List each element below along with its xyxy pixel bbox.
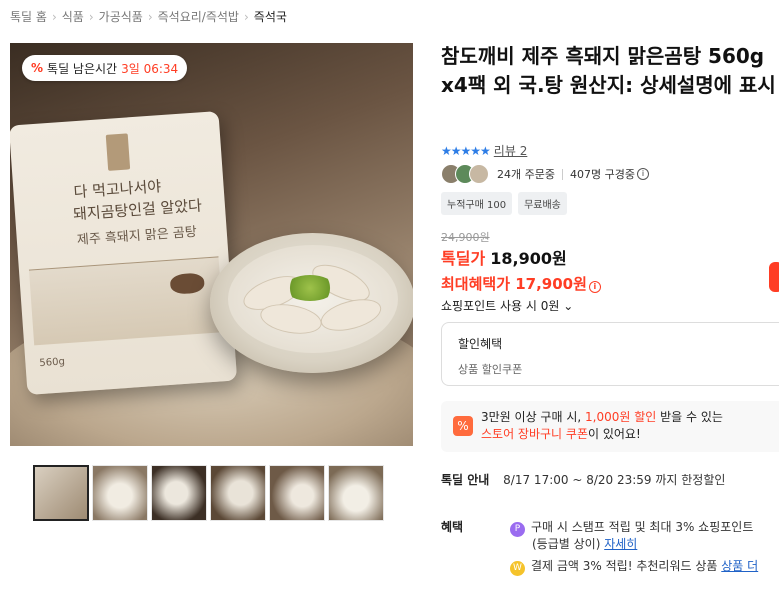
point-icon: P	[510, 522, 525, 537]
benefit-label: 혜택	[441, 520, 464, 534]
more-products-link[interactable]: 상품 더	[721, 559, 758, 573]
chevron-right-icon: ›	[51, 10, 57, 24]
product-pouch: 다 먹고나서야 돼지곰탕인걸 알았다 제주 흑돼지 맑은 곰탕 560g	[10, 111, 238, 395]
coupon-text-part: 3만원 이상 구매 시,	[481, 410, 585, 424]
breadcrumb-processed[interactable]: 가공식품	[99, 10, 143, 24]
product-chips: 누적구매 100 무료배송	[441, 192, 567, 215]
chevron-right-icon: ›	[243, 10, 249, 24]
max-benefit-text: 최대혜택가 17,900원	[441, 275, 587, 293]
thumbnail-strip	[33, 465, 384, 521]
cart-coupon-banner[interactable]: % 3만원 이상 구매 시, 1,000원 할인 받을 수 있는 스토어 장바구…	[441, 401, 779, 452]
pouch-illustration	[28, 256, 224, 346]
coupon-text: 3만원 이상 구매 시, 1,000원 할인 받을 수 있는 스토어 장바구니 …	[481, 409, 723, 443]
coupon-amount: 1,000원 할인	[585, 410, 657, 424]
thumbnail-1[interactable]	[33, 465, 89, 521]
details-link[interactable]: 자세히	[604, 537, 637, 551]
breadcrumb-instant[interactable]: 즉석요리/즉석밥	[158, 10, 239, 24]
deal-timer-label: 톡딜 남은시간	[47, 61, 118, 76]
viewer-count: 407명 구경중	[569, 168, 635, 181]
star-rating-icon: ★★★★★	[441, 143, 491, 158]
deal-info-row: 톡딜 안내 8/17 17:00 ~ 8/20 23:59 까지 한정할인	[441, 471, 725, 488]
review-link[interactable]: 리뷰 2	[494, 142, 528, 159]
breadcrumb: 톡딜 홈 › 식품 › 가공식품 › 즉석요리/즉석밥 › 즉석국	[10, 8, 287, 25]
point-use-text: 쇼핑포인트 사용 시 0원	[441, 299, 560, 313]
deal-price-row: 톡딜가 18,900원	[441, 245, 567, 269]
avatar	[469, 164, 489, 184]
coin-icon: W	[510, 561, 525, 576]
info-icon[interactable]: i	[636, 168, 649, 180]
benefit-sub-text: (등급별 상이)	[532, 537, 605, 551]
breadcrumb-current[interactable]: 즉석국	[254, 10, 287, 24]
chevron-down-icon: ⌄	[563, 299, 574, 313]
deal-price-label: 톡딜가	[441, 249, 486, 268]
benefit-stamp-text: 구매 시 스탬프 적립 및 최대 3% 쇼핑포인트	[531, 520, 754, 534]
discount-subtitle: 상품 할인쿠폰	[458, 363, 523, 376]
coupon-link[interactable]: 스토어 장바구니 쿠폰	[481, 427, 588, 441]
chip-free-shipping: 무료배송	[518, 192, 567, 215]
thumbnail-6[interactable]	[328, 465, 384, 521]
order-count: 24개 주문중	[497, 168, 555, 181]
green-onion	[285, 275, 335, 301]
deal-info-value: 8/17 17:00 ~ 8/20 23:59 까지 한정할인	[503, 473, 726, 487]
breadcrumb-home[interactable]: 톡딜 홈	[10, 10, 47, 24]
breadcrumb-food[interactable]: 식품	[62, 10, 84, 24]
benefit-reward-row: W 결제 금액 3% 적립! 추천리워드 상품 상품 더	[510, 557, 758, 576]
coupon-icon: %	[453, 416, 473, 436]
info-icon[interactable]: i	[588, 281, 601, 293]
buyer-stats: 24개 주문중 407명 구경중 i	[441, 164, 649, 184]
discount-title: 할인혜택	[458, 337, 503, 351]
divider	[561, 168, 563, 180]
coupon-text-part: 이 있어요!	[588, 427, 641, 441]
pouch-text: 제주 흑돼지 맑은 곰탕	[76, 224, 198, 249]
deal-timer-badge: % 톡딜 남은시간 3일 06:34	[22, 55, 188, 81]
rating-row: ★★★★★ 리뷰 2	[441, 142, 527, 159]
point-use-toggle[interactable]: 쇼핑포인트 사용 시 0원 ⌄	[441, 297, 573, 314]
thumbnail-2[interactable]	[92, 465, 148, 521]
thumbnail-4[interactable]	[210, 465, 266, 521]
benefit-reward-text: 결제 금액 3% 적립! 추천리워드 상품	[531, 559, 722, 573]
thumbnail-5[interactable]	[269, 465, 325, 521]
deal-info-label: 톡딜 안내	[441, 473, 490, 487]
product-title: 참도깨비 제주 흑돼지 맑은곰탕 560g x4팩 외 국.탕 원산지: 상세설…	[441, 44, 776, 97]
brand-logo	[105, 133, 131, 171]
coupon-text-part: 받을 수 있는	[656, 410, 723, 424]
side-action-tab[interactable]	[769, 262, 779, 292]
max-benefit-price[interactable]: 최대혜택가 17,900원 i	[441, 273, 601, 294]
original-price: 24,900원	[441, 231, 490, 244]
chevron-right-icon: ›	[147, 10, 153, 24]
deal-price-value: 18,900원	[490, 249, 567, 268]
discount-benefit-box[interactable]: 할인혜택 상품 할인쿠폰	[441, 322, 779, 386]
percent-icon: %	[31, 61, 44, 75]
product-main-image[interactable]: 다 먹고나서야 돼지곰탕인걸 알았다 제주 흑돼지 맑은 곰탕 560g	[10, 43, 413, 446]
chevron-right-icon: ›	[88, 10, 94, 24]
deal-timer-value: 3일 06:34	[121, 61, 179, 76]
chip-cumulative-purchases: 누적구매 100	[441, 192, 513, 215]
thumbnail-3[interactable]	[151, 465, 207, 521]
pouch-weight: 560g	[39, 356, 66, 370]
benefit-stamp-sub: (등급별 상이) 자세히	[532, 535, 637, 552]
